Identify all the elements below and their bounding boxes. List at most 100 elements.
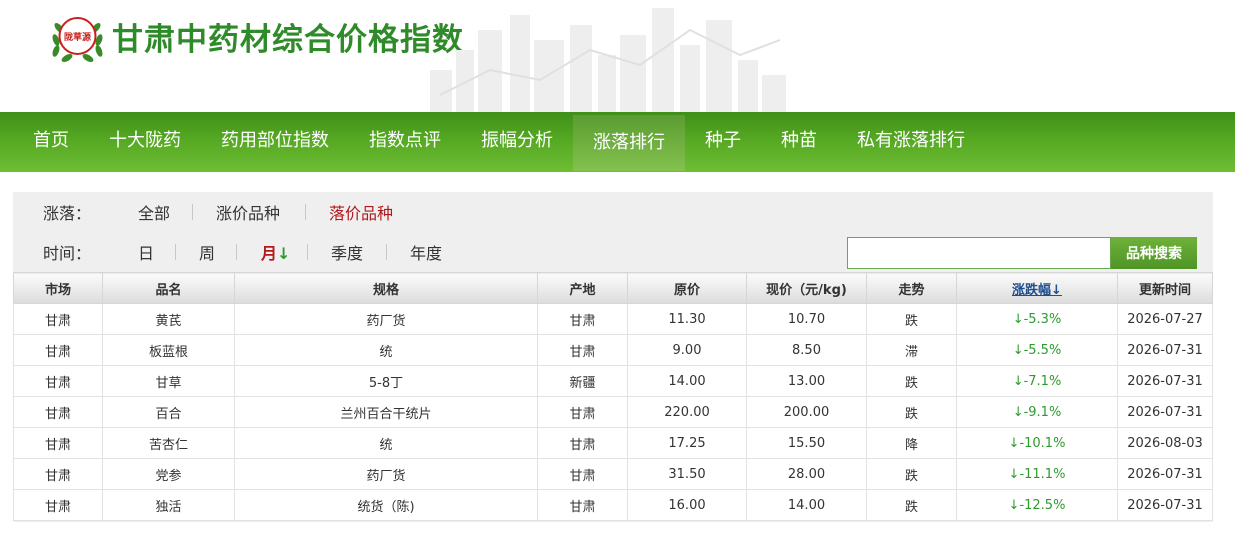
cell-trend: 降	[866, 427, 957, 459]
cell-name: 黄芪	[102, 303, 235, 335]
cell-trend: 滞	[866, 334, 957, 366]
cell-spec: 5-8丁	[234, 365, 538, 397]
change-filter-row: 涨落： 全部 涨价品种 落价品种	[13, 192, 1213, 232]
cell-market: 甘肃	[13, 365, 103, 397]
cell-update-time: 2026-07-27	[1117, 303, 1213, 335]
cell-origin: 甘肃	[537, 458, 628, 490]
divider	[305, 204, 306, 220]
cell-spec: 药厂货	[234, 303, 538, 335]
cell-origin: 甘肃	[537, 303, 628, 335]
main-nav: 首页 十大陇药 药用部位指数 指数点评 振幅分析 涨落排行 种子 种苗 私有涨落…	[0, 112, 1235, 172]
cell-change-rate: ↓-12.5%	[956, 489, 1118, 521]
variety-search-button[interactable]: 品种搜索	[1111, 237, 1197, 269]
nav-part-index[interactable]: 药用部位指数	[201, 112, 349, 172]
col-name: 品名	[102, 272, 235, 304]
cell-old-price: 220.00	[627, 396, 747, 428]
cell-update-time: 2026-07-31	[1117, 489, 1213, 521]
col-market: 市场	[13, 272, 103, 304]
nav-ranking[interactable]: 涨落排行	[573, 115, 685, 171]
nav-private-ranking[interactable]: 私有涨落排行	[837, 112, 985, 172]
cell-market: 甘肃	[13, 396, 103, 428]
header: 陇草源 甘肃中药材综合价格指数	[0, 0, 1235, 112]
cell-origin: 甘肃	[537, 396, 628, 428]
change-filter-label: 涨落：	[43, 204, 92, 223]
logo-emblem: 陇草源	[52, 17, 103, 62]
table-row: 甘肃 百合 兰州百合干统片 甘肃 220.00 200.00 跌 ↓-9.1% 2026-07-…	[13, 396, 1213, 428]
col-origin: 产地	[537, 272, 628, 304]
nav-home[interactable]: 首页	[0, 112, 89, 172]
time-option-month[interactable]: 月↓	[261, 240, 290, 264]
logo-text: 陇草源	[64, 31, 91, 43]
cell-spec: 统货（陈)	[234, 489, 538, 521]
nav-seeds[interactable]: 种子	[685, 112, 761, 172]
col-current-price: 现价（元/kg)	[746, 272, 867, 304]
change-option-falling[interactable]: 落价品种	[329, 200, 393, 224]
cell-update-time: 2026-07-31	[1117, 365, 1213, 397]
nav-index-review[interactable]: 指数点评	[349, 112, 461, 172]
cell-change-rate: ↓-5.3%	[956, 303, 1118, 335]
col-update-time: 更新时间	[1117, 272, 1213, 304]
cell-trend: 跌	[866, 396, 957, 428]
divider	[236, 244, 237, 260]
divider	[175, 244, 176, 260]
cell-origin: 新疆	[537, 365, 628, 397]
ranking-table: 市场 品名 规格 产地 原价 现价（元/kg) 走势 涨跌幅↓ 更新时间 甘肃黄…	[13, 272, 1213, 521]
cell-current-price: 10.70	[746, 303, 867, 335]
table-row: 甘肃 板蓝根统甘肃 9.00 8.50 滞 ↓-5.5% 2026-07-31	[13, 334, 1213, 366]
table-row: 甘肃 黄芪 药厂货 甘肃 11.30 10.70 跌 ↓-5.3% 2026-07-27	[13, 303, 1213, 335]
time-option-year[interactable]: 年度	[410, 240, 442, 264]
cell-update-time: 2026-07-31	[1117, 458, 1213, 490]
cell-origin: 甘肃	[537, 427, 628, 459]
cell-name: 独活	[102, 489, 235, 521]
cell-old-price: 31.50	[627, 458, 747, 490]
cell-old-price: 9.00	[627, 334, 747, 366]
cell-market: 甘肃	[13, 334, 103, 366]
col-trend: 走势	[866, 272, 957, 304]
cell-change-rate: ↓-11.1%	[956, 458, 1118, 490]
time-option-day[interactable]: 日	[138, 240, 154, 264]
cell-current-price: 13.00	[746, 365, 867, 397]
table-row: 甘肃 党参 药厂货 甘肃 31.50 28.00 跌 ↓-11.1% 2026-07-31	[13, 458, 1213, 490]
cell-origin: 甘肃	[537, 489, 628, 521]
sort-down-arrow-icon: ↓	[277, 244, 291, 263]
cell-update-time: 2026-08-03	[1117, 427, 1213, 459]
change-option-rising[interactable]: 涨价品种	[216, 200, 280, 224]
nav-amplitude[interactable]: 振幅分析	[461, 112, 573, 172]
cell-name: 百合	[102, 396, 235, 428]
divider	[386, 244, 387, 260]
cell-change-rate: ↓-7.1%	[956, 365, 1118, 397]
cell-current-price: 200.00	[746, 396, 867, 428]
table-row: 甘肃 苦杏仁统甘肃 17.25 15.50 降 ↓-10.1% 2026-08-03	[13, 427, 1213, 459]
cell-current-price: 8.50	[746, 334, 867, 366]
nav-seedlings[interactable]: 种苗	[761, 112, 837, 172]
site-title: 甘肃中药材综合价格指数	[112, 22, 464, 58]
skyline-decoration	[430, 8, 786, 112]
cell-market: 甘肃	[13, 458, 103, 490]
cell-trend: 跌	[866, 303, 957, 335]
cell-name: 甘草	[102, 365, 235, 397]
variety-search-input[interactable]	[847, 237, 1111, 269]
change-option-all[interactable]: 全部	[138, 200, 170, 224]
cell-name: 板蓝根	[102, 334, 235, 366]
cell-trend: 跌	[866, 458, 957, 490]
col-change-rate[interactable]: 涨跌幅↓	[956, 272, 1118, 304]
time-option-week[interactable]: 周	[199, 240, 215, 264]
table-header-row: 市场 品名 规格 产地 原价 现价（元/kg) 走势 涨跌幅↓ 更新时间	[13, 272, 1213, 304]
cell-current-price: 15.50	[746, 427, 867, 459]
cell-old-price: 16.00	[627, 489, 747, 521]
cell-market: 甘肃	[13, 489, 103, 521]
ranking-panel: 涨落： 全部 涨价品种 落价品种 时间： 日 周 月↓ 季度 年度 品种搜索 市…	[13, 192, 1213, 522]
cell-old-price: 17.25	[627, 427, 747, 459]
cell-name: 党参	[102, 458, 235, 490]
col-spec: 规格	[234, 272, 538, 304]
cell-spec: 兰州百合干统片	[234, 396, 538, 428]
cell-current-price: 14.00	[746, 489, 867, 521]
cell-spec: 药厂货	[234, 458, 538, 490]
cell-change-rate: ↓-10.1%	[956, 427, 1118, 459]
cell-old-price: 14.00	[627, 365, 747, 397]
time-option-quarter[interactable]: 季度	[331, 240, 363, 264]
nav-top-ten[interactable]: 十大陇药	[89, 112, 201, 172]
cell-change-rate: ↓-5.5%	[956, 334, 1118, 366]
cell-current-price: 28.00	[746, 458, 867, 490]
cell-change-rate: ↓-9.1%	[956, 396, 1118, 428]
